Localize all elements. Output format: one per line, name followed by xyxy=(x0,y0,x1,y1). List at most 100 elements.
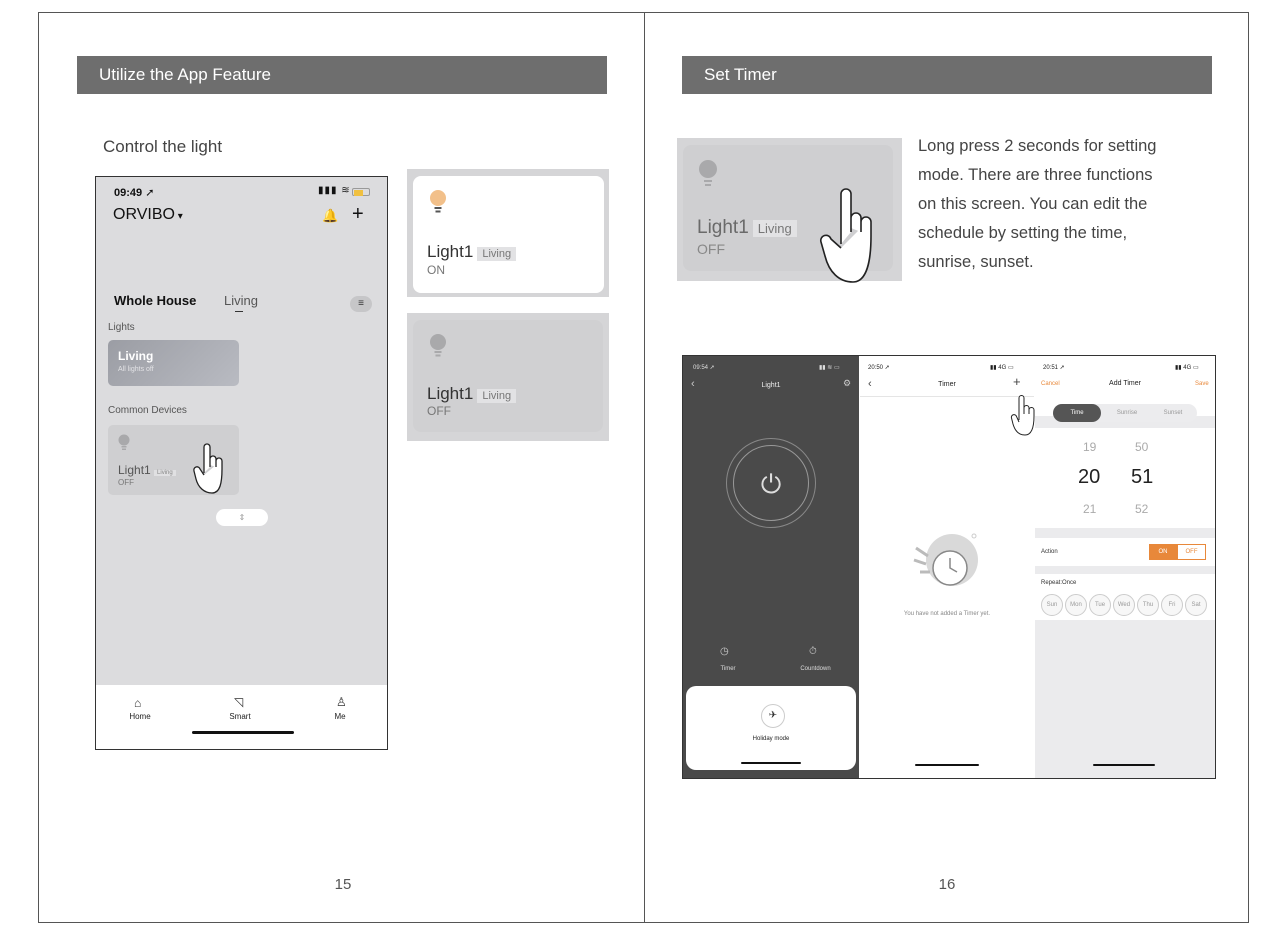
empty-clock-illustration xyxy=(913,533,978,586)
text-line: Long press 2 seconds for setting xyxy=(918,137,1157,155)
day-mon[interactable]: Mon xyxy=(1065,594,1087,616)
settings-icon[interactable]: ⚙ xyxy=(843,378,851,389)
room-card-title: Living xyxy=(118,349,154,363)
big-card-room: Living xyxy=(752,220,797,237)
section-banner-left: Utilize the App Feature xyxy=(77,56,607,94)
signal-icon: ▮▮ 4G ▭ xyxy=(1175,365,1199,371)
device-room-tag: Living xyxy=(154,470,176,476)
day-thu[interactable]: Thu xyxy=(1137,594,1159,616)
screen-add-timer: 20:51 ➚ ▮▮ 4G ▭ Cancel Add Timer Save Ti… xyxy=(1035,356,1215,778)
three-screens-panel: 09:54 ➚ ▮▮ ≋ ▭ ‹ Light1 ⚙ ⏻ ◷ Timer ⏱ Co… xyxy=(682,355,1216,779)
smart-icon[interactable]: ◹ xyxy=(234,695,243,709)
tab-me[interactable]: Me xyxy=(310,712,370,721)
day-fri[interactable]: Fri xyxy=(1161,594,1183,616)
holiday-label: Holiday mode xyxy=(752,736,790,742)
screen-title: Light1 xyxy=(761,382,781,389)
screen-light-control: 09:54 ➚ ▮▮ ≋ ▭ ‹ Light1 ⚙ ⏻ ◷ Timer ⏱ Co… xyxy=(683,356,859,778)
text-line: mode. There are three functions xyxy=(918,166,1153,184)
minute-selected: 51 xyxy=(1131,466,1154,488)
text-line: sunrise, sunset. xyxy=(918,253,1034,271)
signal-icon: ▮▮ 4G ▭ xyxy=(990,365,1014,371)
timer-icon[interactable]: ◷ xyxy=(720,646,729,657)
countdown-label[interactable]: Countdown xyxy=(788,666,843,672)
card-on-state: ON xyxy=(427,263,445,277)
me-icon[interactable]: ♙ xyxy=(336,695,347,709)
bulb-on-icon xyxy=(430,190,446,213)
segment-time[interactable]: Time xyxy=(1053,404,1101,422)
action-row: Action ON OFF xyxy=(1035,538,1215,566)
day-wed[interactable]: Wed xyxy=(1113,594,1135,616)
add-icon[interactable]: + xyxy=(352,203,364,226)
repeat-row: Repeat:Once Sun Mon Tue Wed Thu Fri Sat xyxy=(1035,574,1215,620)
big-card-name: Light1 xyxy=(697,217,749,238)
page-number-left: 15 xyxy=(334,876,352,893)
section-lights: Lights xyxy=(108,322,135,333)
screen-timer-list: 20:50 ➚ ▮▮ 4G ▭ ‹ Timer + You have not a… xyxy=(860,356,1035,778)
tab-smart[interactable]: Smart xyxy=(210,712,270,721)
countdown-icon[interactable]: ⏱ xyxy=(809,646,817,657)
home-icon[interactable]: ⌂ xyxy=(134,696,141,710)
signal-wifi-icon: ▮▮▮ ≋ xyxy=(318,185,351,196)
instruction-text: Long press 2 seconds for setting mode. T… xyxy=(918,132,1218,277)
tab-home[interactable]: Home xyxy=(110,712,170,721)
menu-icon[interactable]: ≡ xyxy=(350,296,372,312)
timer-label[interactable]: Timer xyxy=(703,666,753,672)
tab-whole-house[interactable]: Whole House xyxy=(114,293,196,308)
segment-sunset[interactable]: Sunset xyxy=(1151,404,1195,422)
text-line: schedule by setting the time, xyxy=(918,224,1128,242)
hand-pointer-icon xyxy=(819,188,872,283)
status-time: 20:51 ➚ xyxy=(1043,365,1065,371)
power-button[interactable]: ⏻ xyxy=(733,445,809,521)
day-tue[interactable]: Tue xyxy=(1089,594,1111,616)
add-timer-button[interactable]: + xyxy=(1013,374,1021,389)
status-time: 09:49 ➚ xyxy=(114,187,155,199)
save-button[interactable]: Save xyxy=(1195,381,1209,387)
brand-label: ORVIBO xyxy=(113,206,175,223)
segment-control: Time Sunrise Sunset xyxy=(1053,404,1197,422)
brand-selector[interactable]: ORVIBO ▾ xyxy=(113,206,183,224)
collapse-handle[interactable]: ⇕ xyxy=(216,509,268,526)
device-card-off[interactable]: Light1 Living OFF xyxy=(413,320,603,432)
bulb-off-icon xyxy=(699,160,717,186)
status-time: 20:50 ➚ xyxy=(868,365,890,371)
card-off-name: Light1 xyxy=(427,384,474,403)
card-on-room: Living xyxy=(477,247,517,261)
bottom-tab-bar: ⌂ Home ◹ Smart ♙ Me xyxy=(96,685,387,749)
holiday-panel[interactable]: ✈ Holiday mode xyxy=(686,686,856,770)
bell-icon[interactable]: 🔔 xyxy=(322,208,338,224)
time-picker[interactable]: 19 50 20 51 21 52 xyxy=(1035,428,1215,528)
hour-prev: 19 xyxy=(1083,440,1097,454)
device-card-on[interactable]: Light1 Living ON xyxy=(413,176,604,293)
device-name: Light1 xyxy=(118,463,151,477)
tab-living[interactable]: Living xyxy=(224,293,258,308)
device-state: OFF xyxy=(118,478,134,487)
home-indicator xyxy=(192,731,294,734)
card-off-room: Living xyxy=(477,389,517,403)
empty-message: You have not added a Timer yet. xyxy=(903,611,991,617)
room-card-living[interactable]: Living All lights off xyxy=(108,340,239,386)
page-number-right: 16 xyxy=(938,876,956,893)
room-card-sub: All lights off xyxy=(118,366,154,373)
minute-prev: 50 xyxy=(1135,440,1149,454)
plane-icon: ✈ xyxy=(761,704,785,728)
text-line: on this screen. You can edit the xyxy=(918,195,1148,213)
action-off-button[interactable]: OFF xyxy=(1177,544,1206,560)
home-indicator xyxy=(915,764,979,766)
big-card-state: OFF xyxy=(697,241,725,257)
hour-selected: 20 xyxy=(1078,466,1101,488)
phone-screen-home: 09:49 ➚ ▮▮▮ ≋ ORVIBO ▾ 🔔 + Whole House L… xyxy=(95,176,388,750)
hand-pointer-icon xyxy=(193,443,223,494)
day-sat[interactable]: Sat xyxy=(1185,594,1207,616)
hand-pointer-icon xyxy=(1010,395,1035,436)
screen-title: Timer xyxy=(938,381,956,388)
status-time: 09:54 ➚ xyxy=(693,365,715,371)
day-sun[interactable]: Sun xyxy=(1041,594,1063,616)
screen-title: Add Timer xyxy=(1109,380,1141,387)
segment-sunrise[interactable]: Sunrise xyxy=(1105,404,1149,422)
section-common-devices: Common Devices xyxy=(108,405,187,416)
action-on-button[interactable]: ON xyxy=(1149,544,1177,560)
bulb-off-icon xyxy=(430,334,446,357)
hour-next: 21 xyxy=(1083,502,1097,516)
subtitle: Control the light xyxy=(103,137,223,156)
repeat-label: Repeat:Once xyxy=(1041,580,1077,586)
